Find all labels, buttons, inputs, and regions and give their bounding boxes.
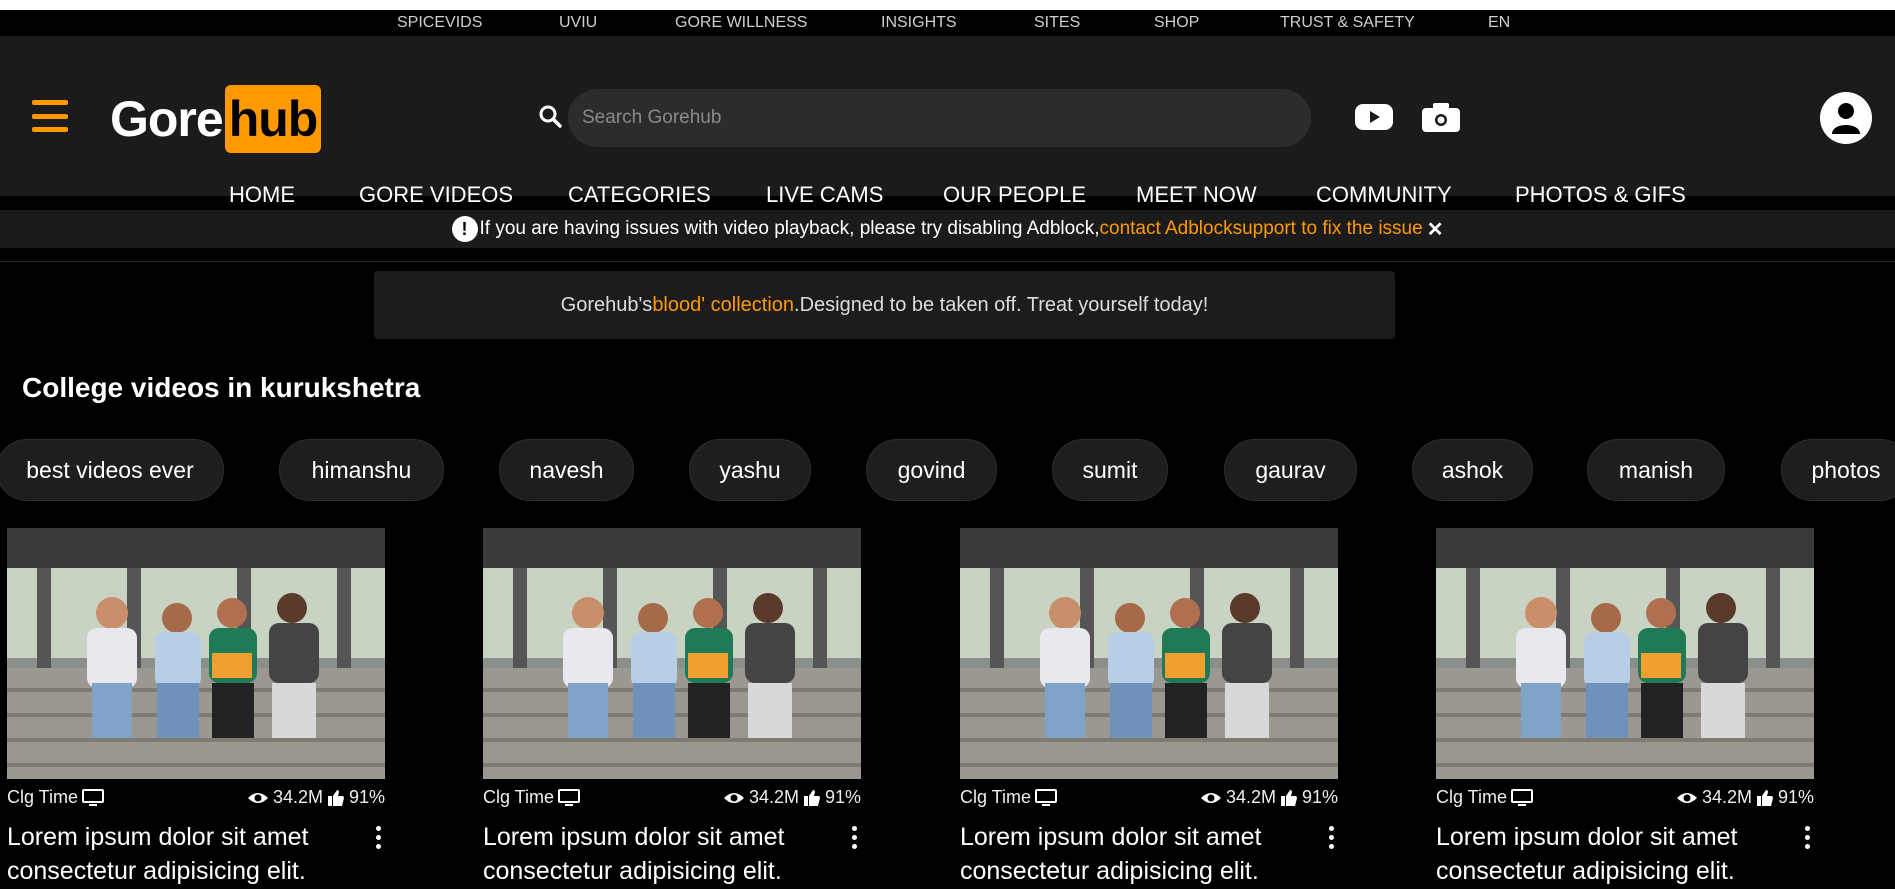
tag-chip[interactable]: yashu	[689, 439, 811, 501]
video-card[interactable]: Clg Time 34.2M 91% Lorem ipsum dolor sit…	[1436, 528, 1814, 888]
rating: 91%	[1301, 787, 1338, 807]
tag-chip[interactable]: photos	[1781, 439, 1895, 501]
site-logo[interactable]: Gore hub	[110, 85, 322, 153]
video-title[interactable]: Lorem ipsum dolor sit amet consectetur a…	[7, 820, 373, 888]
language-selector[interactable]: EN	[1488, 14, 1510, 32]
eye-icon	[1200, 792, 1221, 803]
monitor-icon	[1035, 788, 1058, 806]
tag-chip[interactable]: ashok	[1412, 439, 1533, 501]
promo-highlight[interactable]: blood' collection	[652, 294, 794, 317]
spacer	[0, 248, 1895, 262]
nav-live-cams[interactable]: LIVE CAMS	[766, 182, 883, 208]
promo-text-pre: Gorehub's	[560, 293, 653, 316]
top-links-bar: SPICEVIDS UVIU GORE WILLNESS INSIGHTS SI…	[0, 10, 1895, 36]
eye-icon	[1676, 792, 1697, 803]
view-count: 34.2M	[272, 787, 323, 807]
tag-chip[interactable]: navesh	[499, 439, 634, 501]
nav-photos-gifs[interactable]: PHOTOS & GIFS	[1515, 182, 1686, 208]
top-link-uviu[interactable]: UVIU	[559, 14, 675, 32]
nav-home[interactable]: HOME	[229, 182, 295, 208]
search-input[interactable]	[568, 89, 1311, 147]
channel-name[interactable]: Clg Time	[7, 787, 78, 808]
eye-icon	[247, 792, 268, 803]
top-link-sites[interactable]: SITES	[1034, 14, 1154, 32]
thumbs-up-icon	[1756, 789, 1773, 806]
site-header: Gore hub HOME GORE VIDEOS CATEGORIES LIV…	[0, 36, 1895, 207]
thumbs-up-icon	[327, 789, 344, 806]
tag-chip[interactable]: govind	[866, 439, 997, 501]
top-link-insights[interactable]: INSIGHTS	[881, 14, 1034, 32]
channel-name[interactable]: Clg Time	[483, 787, 554, 808]
rating: 91%	[824, 787, 861, 807]
top-link-spicevids[interactable]: SPICEVIDS	[397, 14, 559, 32]
tag-chip[interactable]: sumit	[1052, 439, 1168, 501]
video-title[interactable]: Lorem ipsum dolor sit amet consectetur a…	[1436, 820, 1802, 888]
promo-text-post: .Designed to be taken off. Treat yoursel…	[794, 293, 1209, 316]
user-avatar[interactable]	[1820, 92, 1872, 144]
nav-categories[interactable]: CATEGORIES	[568, 182, 711, 208]
nav-gore-videos[interactable]: GORE VIDEOS	[359, 182, 513, 208]
thumbs-up-icon	[803, 789, 820, 806]
video-meta: Clg Time 34.2M 91%	[960, 787, 1338, 808]
more-options-icon[interactable]	[849, 820, 861, 888]
video-title[interactable]: Lorem ipsum dolor sit amet consectetur a…	[960, 820, 1326, 888]
alert-text: If you are having issues with video play…	[479, 218, 1100, 239]
nav-meet-now[interactable]: MEET NOW	[1136, 182, 1257, 208]
tag-chip-row: best videos ever himanshu navesh yashu g…	[0, 439, 1895, 501]
nav-our-people[interactable]: OUR PEOPLE	[943, 182, 1086, 208]
video-card[interactable]: Clg Time 34.2M 91% Lorem ipsum dolor sit…	[7, 528, 385, 888]
video-meta: Clg Time 34.2M 91%	[483, 787, 861, 808]
top-link-gore-willness[interactable]: GORE WILLNESS	[675, 14, 881, 32]
video-meta: Clg Time 34.2M 91%	[1436, 787, 1814, 808]
video-upload-icon[interactable]	[1355, 102, 1393, 132]
logo-part-2: hub	[224, 85, 322, 153]
logo-part-1: Gore	[110, 91, 224, 147]
video-card[interactable]: Clg Time 34.2M 91% Lorem ipsum dolor sit…	[960, 528, 1338, 888]
top-link-shop[interactable]: SHOP	[1154, 14, 1280, 32]
monitor-icon	[558, 788, 581, 806]
view-count: 34.2M	[1701, 787, 1752, 807]
more-options-icon[interactable]	[1326, 820, 1338, 888]
search-icon[interactable]	[538, 104, 562, 128]
info-icon: !	[451, 216, 478, 242]
video-thumbnail[interactable]	[1436, 528, 1814, 779]
top-link-trust-safety[interactable]: TRUST & SAFETY	[1280, 14, 1488, 32]
monitor-icon	[1511, 788, 1534, 806]
adblock-alert: ! If you are having issues with video pl…	[0, 210, 1895, 248]
close-icon[interactable]: ✕	[1427, 217, 1444, 242]
view-count: 34.2M	[748, 787, 799, 807]
video-card[interactable]: Clg Time 34.2M 91% Lorem ipsum dolor sit…	[483, 528, 861, 888]
menu-icon[interactable]	[32, 100, 68, 132]
rating: 91%	[1777, 787, 1814, 807]
tag-chip[interactable]: gaurav	[1224, 439, 1357, 501]
thumbs-up-icon	[1280, 789, 1297, 806]
more-options-icon[interactable]	[373, 820, 385, 888]
monitor-icon	[82, 788, 105, 806]
rating: 91%	[348, 787, 385, 807]
alert-support-link[interactable]: contact Adblocksupport to fix the issue	[1100, 218, 1423, 240]
eye-icon	[723, 792, 744, 803]
camera-icon[interactable]	[1422, 102, 1460, 132]
tag-chip[interactable]: manish	[1587, 439, 1725, 501]
channel-name[interactable]: Clg Time	[1436, 787, 1507, 808]
tag-chip[interactable]: himanshu	[279, 439, 444, 501]
section-title: College videos in kurukshetra	[22, 372, 421, 403]
video-thumbnail[interactable]	[7, 528, 385, 779]
tag-chip[interactable]: best videos ever	[0, 439, 224, 501]
view-count: 34.2M	[1225, 787, 1276, 807]
channel-name[interactable]: Clg Time	[960, 787, 1031, 808]
promo-banner[interactable]: Gorehub's blood' collection .Designed to…	[374, 271, 1395, 339]
window-top-edge	[0, 0, 1895, 10]
more-options-icon[interactable]	[1802, 820, 1814, 888]
user-icon	[1832, 103, 1860, 134]
nav-community[interactable]: COMMUNITY	[1316, 182, 1452, 208]
video-thumbnail[interactable]	[960, 528, 1338, 779]
video-title[interactable]: Lorem ipsum dolor sit amet consectetur a…	[483, 820, 849, 888]
video-meta: Clg Time 34.2M 91%	[7, 787, 385, 808]
video-thumbnail[interactable]	[483, 528, 861, 779]
